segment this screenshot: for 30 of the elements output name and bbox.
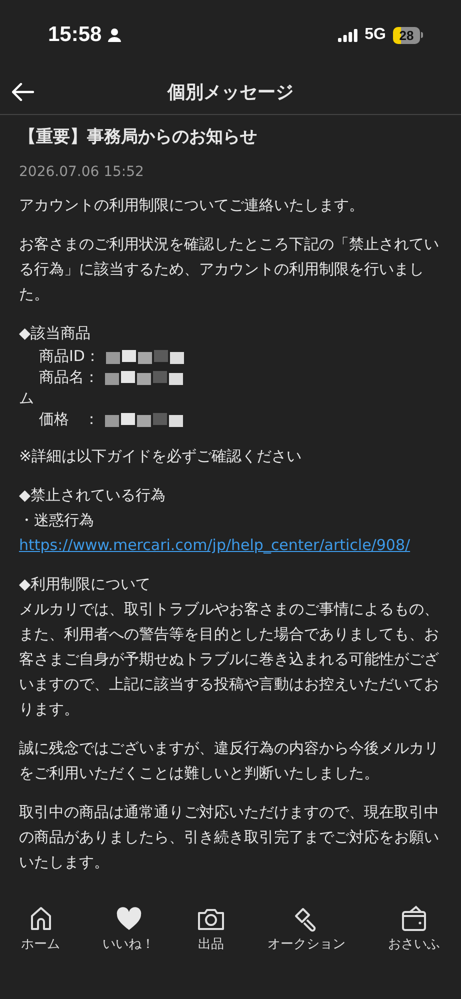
heart-icon	[114, 905, 143, 933]
field-label: 商品名：	[39, 367, 99, 388]
section-heading: ◆利用制限について	[19, 574, 152, 595]
clock-time: 15:58	[48, 23, 102, 47]
message-paragraph: 誠に残念ではございますが、違反行為の内容から今後メルカリをご利用いただくことは難しいと判断いたしました。	[19, 738, 440, 784]
tab-button[interactable]: オークション	[267, 905, 346, 959]
field-value: ム	[19, 388, 34, 409]
tab-button[interactable]: ホーム	[21, 905, 60, 959]
wallet-icon	[400, 905, 428, 933]
screen-title: 個別メッセージ	[168, 81, 294, 104]
help-link[interactable]: https://www.mercari.com/jp/help_center/article/908/	[19, 536, 410, 554]
network-label: 5G	[364, 26, 386, 44]
tab-button[interactable]: いいね！	[102, 905, 155, 959]
message-paragraph: ※詳細は以下ガイドを必ずご確認ください	[19, 446, 303, 467]
message-paragraph: お客さまのご利用状況を確認したところ下記の「禁止されている行為」に該当するため、アカウントの利用制限を行いました。	[19, 234, 440, 305]
field-label: 価格 ：	[39, 409, 99, 430]
field-label: 商品ID：	[39, 346, 100, 367]
section-text: ・迷惑行為	[19, 510, 95, 531]
back-button[interactable]	[12, 83, 34, 101]
section-text: メルカリでは、取引トラブルやお客さまのご事情によるもの、また、利用者への警告等を目的とした場合でありましても、お客さまご自身が予期せぬトラブルに巻き込まれる可能性がございますので、上記に該当する投稿や言動はお控えいただいております。	[19, 599, 440, 720]
tab-button[interactable]: おさいふ	[388, 905, 440, 959]
tab-button[interactable]: 出品	[196, 905, 225, 959]
section-heading: ◆該当商品	[19, 323, 92, 344]
message-paragraph: 取引中の商品は通常通りご対応いただけますので、現在取引中の商品がありましたら、引き続き取引完了までご対応をお願いいたします。	[19, 802, 440, 873]
message-date: 2026.07.06 15:52	[19, 163, 145, 182]
message-paragraph: アカウントの利用制限についてご連絡いたします。	[19, 195, 365, 216]
message-title: 【重要】事務局からのお知らせ	[19, 126, 258, 149]
person-icon	[108, 28, 121, 42]
section-heading: ◆禁止されている行為	[19, 485, 167, 506]
signal-icon	[338, 28, 358, 42]
